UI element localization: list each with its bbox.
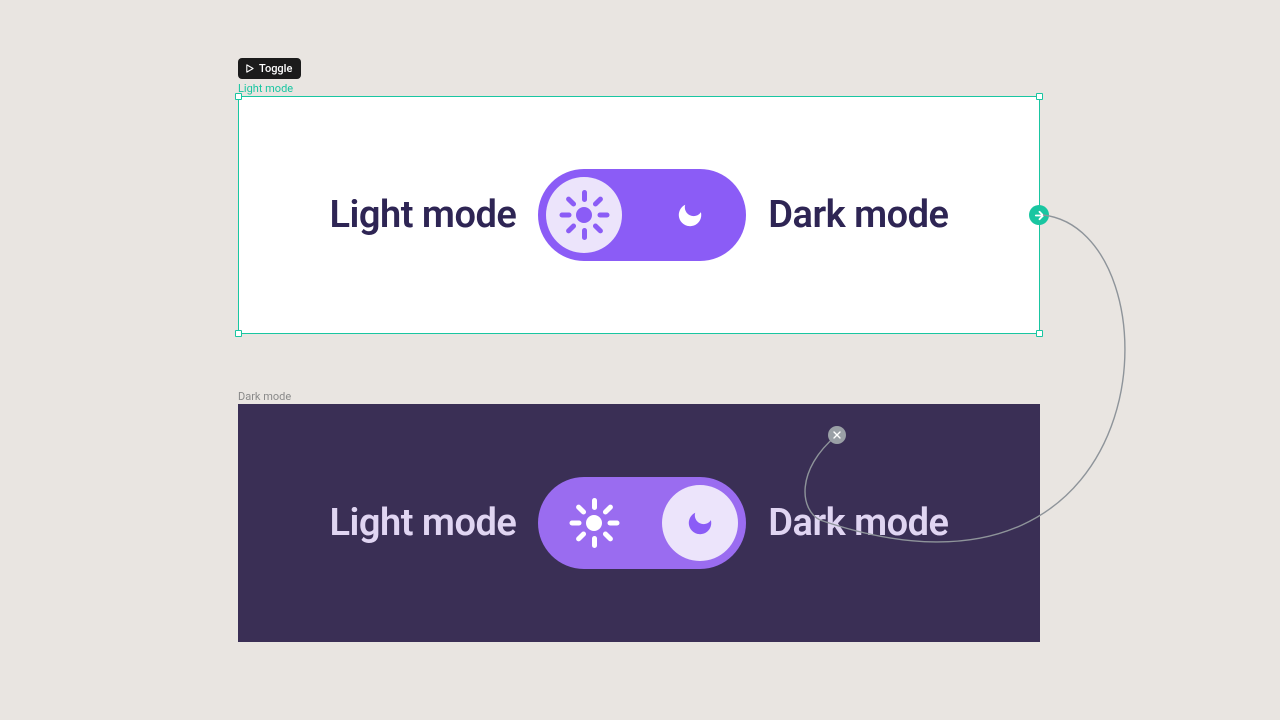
sun-icon: [572, 501, 616, 545]
sun-icon: [562, 193, 606, 237]
moon-icon: [681, 504, 719, 542]
interaction-badge[interactable]: Toggle: [238, 58, 301, 79]
toggle-knob: [662, 485, 738, 561]
prototype-connection-handle[interactable]: [1029, 205, 1049, 225]
toggle-inactive-icon: [548, 477, 640, 569]
label-dark-mode: Dark mode: [768, 501, 948, 545]
interaction-badge-label: Toggle: [259, 62, 292, 75]
resize-handle-top-right[interactable]: [1036, 93, 1043, 100]
frame-dark-mode[interactable]: Light mode Dark mode: [238, 404, 1040, 642]
label-dark-mode: Dark mode: [768, 193, 948, 237]
theme-toggle-light-state[interactable]: [538, 169, 746, 261]
delete-connection-button[interactable]: [828, 426, 846, 444]
design-canvas[interactable]: Toggle Light mode Dark mode Light mode: [0, 0, 1280, 720]
resize-handle-top-left[interactable]: [235, 93, 242, 100]
toggle-inactive-icon: [644, 169, 736, 261]
toggle-knob: [546, 177, 622, 253]
label-light-mode: Light mode: [329, 193, 516, 237]
moon-icon: [671, 196, 709, 234]
arrow-right-icon: [1034, 210, 1045, 221]
frame-label-light[interactable]: Light mode: [238, 82, 293, 95]
resize-handle-bottom-right[interactable]: [1036, 330, 1043, 337]
frame-light-mode[interactable]: Light mode Dark mode: [238, 96, 1040, 334]
label-light-mode: Light mode: [329, 501, 516, 545]
resize-handle-bottom-left[interactable]: [235, 330, 242, 337]
frame-label-dark[interactable]: Dark mode: [238, 390, 291, 403]
play-outline-icon: [245, 64, 254, 73]
theme-toggle-dark-state[interactable]: [538, 477, 746, 569]
close-icon: [833, 431, 841, 439]
